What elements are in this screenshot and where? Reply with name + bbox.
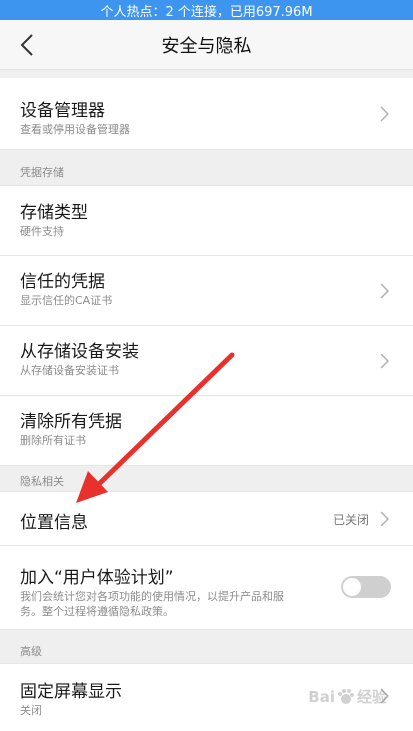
row-title: 从存储设备安装 — [20, 342, 139, 362]
page-title: 安全与隐私 — [161, 36, 252, 57]
row-subtitle: 查看或停用设备管理器 — [20, 123, 130, 136]
watermark-suffix: 经验 — [356, 688, 387, 706]
user-experience-toggle[interactable] — [341, 576, 391, 598]
status-bar: 个人热点：2 个连接，已用697.96M — [0, 0, 413, 20]
status-bar-text: 个人热点：2 个连接，已用697.96M — [100, 4, 313, 20]
row-subtitle: 关闭 — [20, 704, 42, 717]
section-header-credentials: 凭据存储 — [0, 150, 413, 186]
row-subtitle: 删除所有证书 — [20, 434, 86, 447]
top-spacer — [0, 70, 413, 78]
app-header: 安全与隐私 — [0, 20, 413, 70]
chevron-right-icon — [380, 511, 389, 527]
row-title: 设备管理器 — [20, 101, 105, 121]
toggle-knob — [343, 578, 361, 596]
row-title: 加入“用户体验计划” — [20, 568, 174, 588]
device-admin-row[interactable]: 设备管理器 查看或停用设备管理器 — [0, 78, 413, 150]
row-title: 固定屏幕显示 — [20, 682, 122, 702]
watermark-text: Bai — [308, 687, 335, 706]
storage-type-row[interactable]: 存储类型 硬件支持 — [0, 186, 413, 256]
row-subtitle: 显示信任的CA证书 — [20, 294, 113, 307]
chevron-right-icon — [380, 283, 389, 299]
chevron-right-icon — [380, 353, 389, 369]
row-title: 存储类型 — [20, 203, 88, 223]
location-row[interactable]: 位置信息 已关闭 — [0, 492, 413, 546]
section-label: 隐私相关 — [20, 475, 64, 488]
trusted-credentials-row[interactable]: 信任的凭据 显示信任的CA证书 — [0, 256, 413, 326]
row-subtitle-line2: 务。整个过程将遵循隐私政策。 — [20, 605, 174, 618]
row-subtitle: 从存储设备安装证书 — [20, 364, 119, 377]
paw-icon — [337, 688, 354, 704]
user-experience-plan-row: 加入“用户体验计划” 我们会统计您对各项功能的使用情况，以提升产品和服 务。整个… — [0, 546, 413, 630]
row-subtitle: 硬件支持 — [20, 225, 64, 238]
row-subtitle-line1: 我们会统计您对各项功能的使用情况，以提升产品和服 — [20, 590, 284, 603]
chevron-left-icon — [20, 34, 33, 56]
clear-credentials-row[interactable]: 清除所有凭据 删除所有证书 — [0, 396, 413, 466]
section-label: 高级 — [20, 645, 42, 658]
baidu-watermark-logo: Bai 经验 — [308, 686, 387, 707]
section-header-advanced: 高级 — [0, 630, 413, 664]
section-label: 凭据存储 — [20, 166, 64, 179]
row-title: 清除所有凭据 — [20, 412, 122, 432]
row-title: 位置信息 — [20, 513, 88, 533]
chevron-right-icon — [380, 106, 389, 122]
install-from-storage-row[interactable]: 从存储设备安装 从存储设备安装证书 — [0, 326, 413, 396]
section-header-privacy: 隐私相关 — [0, 466, 413, 492]
location-status-value: 已关闭 — [332, 513, 369, 527]
row-title: 信任的凭据 — [20, 272, 105, 292]
back-button[interactable] — [10, 28, 44, 62]
